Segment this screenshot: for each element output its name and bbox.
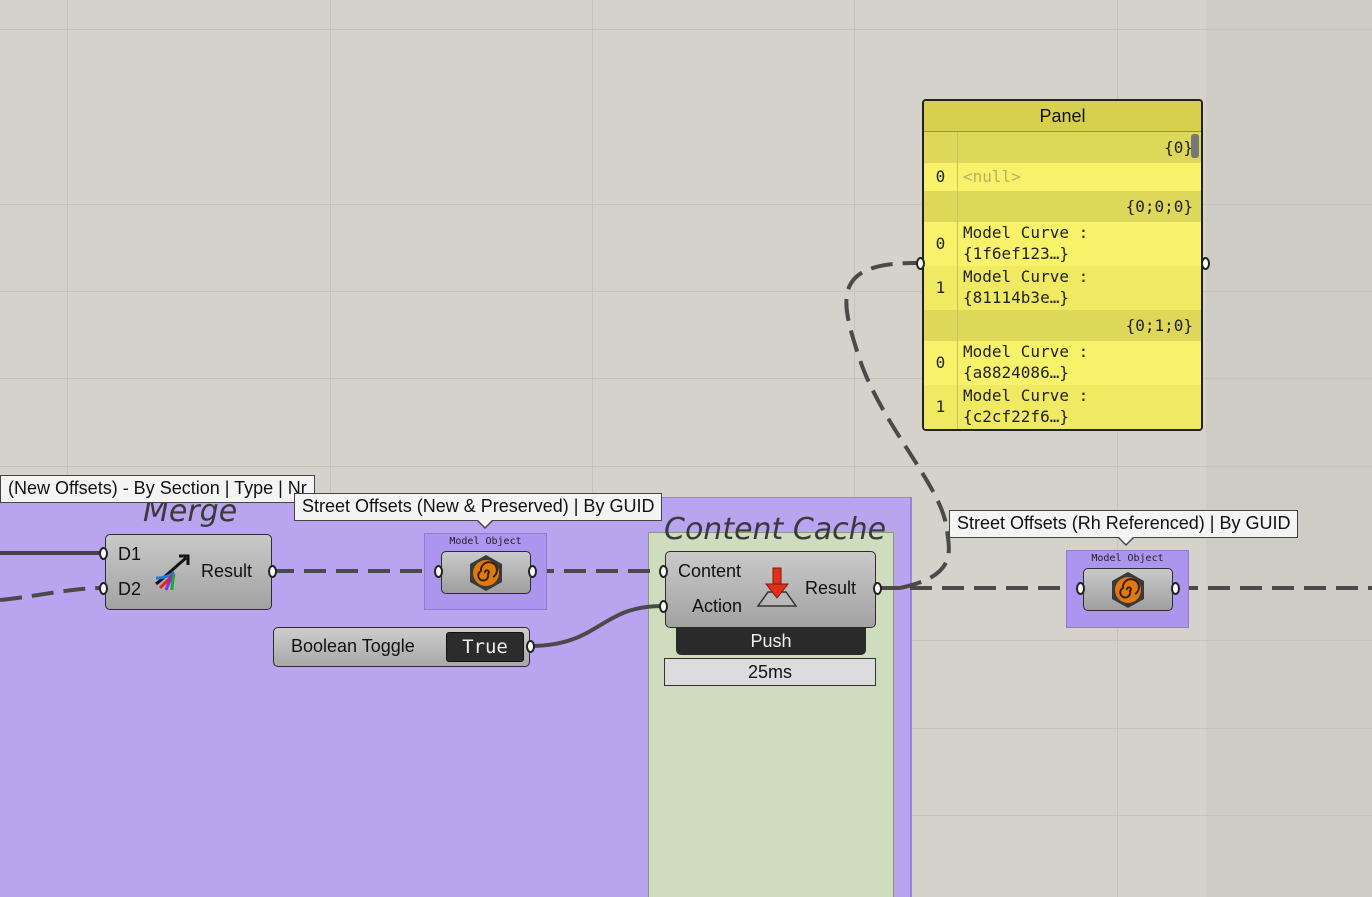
boolean-toggle-grip[interactable] — [526, 640, 535, 653]
merge-output-result[interactable]: Result — [201, 561, 252, 582]
panel-item-index: 0 — [924, 222, 958, 266]
panel-input-grip[interactable] — [916, 257, 925, 270]
panel-item-index: 0 — [924, 163, 958, 191]
panel-item: 1 Model Curve : {81114b3e…} — [924, 266, 1201, 310]
cache-content-grip[interactable] — [659, 565, 668, 578]
merge-d1-grip[interactable] — [99, 547, 108, 560]
model-object-2-label: Model Object — [1091, 553, 1164, 564]
content-cache-icon — [756, 567, 798, 607]
boolean-toggle-label: Boolean Toggle — [291, 636, 415, 656]
merge-input-d1[interactable]: D1 — [118, 544, 141, 565]
cache-input-content[interactable]: Content — [678, 561, 741, 582]
panel-item-index: 1 — [924, 266, 958, 310]
tooltip-arrow — [1118, 537, 1134, 546]
cache-push-label[interactable]: Push — [676, 627, 866, 655]
model-object-2[interactable] — [1083, 568, 1173, 611]
model-object-1-in-grip[interactable] — [434, 565, 443, 578]
panel-branch-path: {0;0;0} — [924, 191, 1201, 222]
panel-item: 0 <null> — [924, 163, 1201, 191]
merge-result-grip[interactable] — [268, 565, 277, 578]
panel-path-text: {0} — [1164, 138, 1193, 157]
panel-branch-path: {0} — [924, 132, 1201, 163]
merge-icon — [155, 554, 190, 591]
panel-item-line: {a8824086…} — [963, 363, 1069, 382]
tooltip-section: (New Offsets) - By Section | Type | Nr — [0, 475, 315, 503]
panel-item-text: <null> — [963, 167, 1021, 186]
wire-dashed-d2 — [0, 586, 105, 602]
panel[interactable]: Panel {0} 0 <null> {0;0;0} 0 Model Curve… — [922, 99, 1203, 431]
merge-input-d2[interactable]: D2 — [118, 579, 141, 600]
content-cache-component[interactable]: Content Action Result — [665, 551, 876, 628]
merge-d2-grip[interactable] — [99, 582, 108, 595]
panel-item-index: 1 — [924, 385, 958, 429]
panel-item-line: Model Curve : — [963, 223, 1089, 242]
panel-scrollbar[interactable] — [1191, 134, 1199, 158]
panel-path-text: {0;1;0} — [1125, 316, 1193, 335]
cache-output-result[interactable]: Result — [805, 578, 856, 599]
tooltip-referenced: Street Offsets (Rh Referenced) | By GUID — [949, 510, 1299, 538]
panel-branch-path: {0;1;0} — [924, 310, 1201, 341]
panel-path-text: {0;0;0} — [1125, 197, 1193, 216]
model-object-icon — [1112, 572, 1144, 608]
panel-item-line: Model Curve : — [963, 342, 1089, 361]
panel-item-line: Model Curve : — [963, 386, 1089, 405]
merge-component[interactable]: D1 D2 Result — [105, 534, 272, 610]
boolean-toggle-value[interactable]: True — [446, 632, 524, 662]
cache-action-grip[interactable] — [659, 600, 668, 613]
cache-timing: 25ms — [664, 658, 876, 686]
wire-toggle-to-action — [529, 604, 663, 648]
cache-result-grip[interactable] — [873, 582, 882, 595]
boolean-toggle[interactable]: Boolean Toggle True — [273, 627, 530, 667]
tooltip-arrow — [477, 520, 493, 529]
panel-item-line: {c2cf22f6…} — [963, 407, 1069, 426]
panel-item: 0 Model Curve : {a8824086…} — [924, 341, 1201, 385]
panel-item: 1 Model Curve : {c2cf22f6…} — [924, 385, 1201, 429]
grasshopper-canvas[interactable]: Merge Content Cache (New Offsets) - By S… — [0, 0, 1372, 897]
model-object-1-out-grip[interactable] — [528, 565, 537, 578]
tooltip-preserved: Street Offsets (New & Preserved) | By GU… — [294, 493, 663, 521]
cache-input-action[interactable]: Action — [692, 596, 742, 617]
model-object-icon — [470, 555, 502, 591]
model-object-1-label: Model Object — [449, 536, 522, 547]
panel-item: 0 Model Curve : {1f6ef123…} — [924, 222, 1201, 266]
panel-item-line: {81114b3e…} — [963, 288, 1069, 307]
model-object-2-in-grip[interactable] — [1076, 582, 1085, 595]
panel-item-line: Model Curve : — [963, 267, 1089, 286]
model-object-1[interactable] — [441, 551, 531, 594]
panel-output-grip[interactable] — [1201, 257, 1210, 270]
panel-item-line: {1f6ef123…} — [963, 244, 1069, 263]
model-object-2-out-grip[interactable] — [1171, 582, 1180, 595]
panel-item-index: 0 — [924, 341, 958, 385]
panel-title: Panel — [924, 101, 1201, 132]
